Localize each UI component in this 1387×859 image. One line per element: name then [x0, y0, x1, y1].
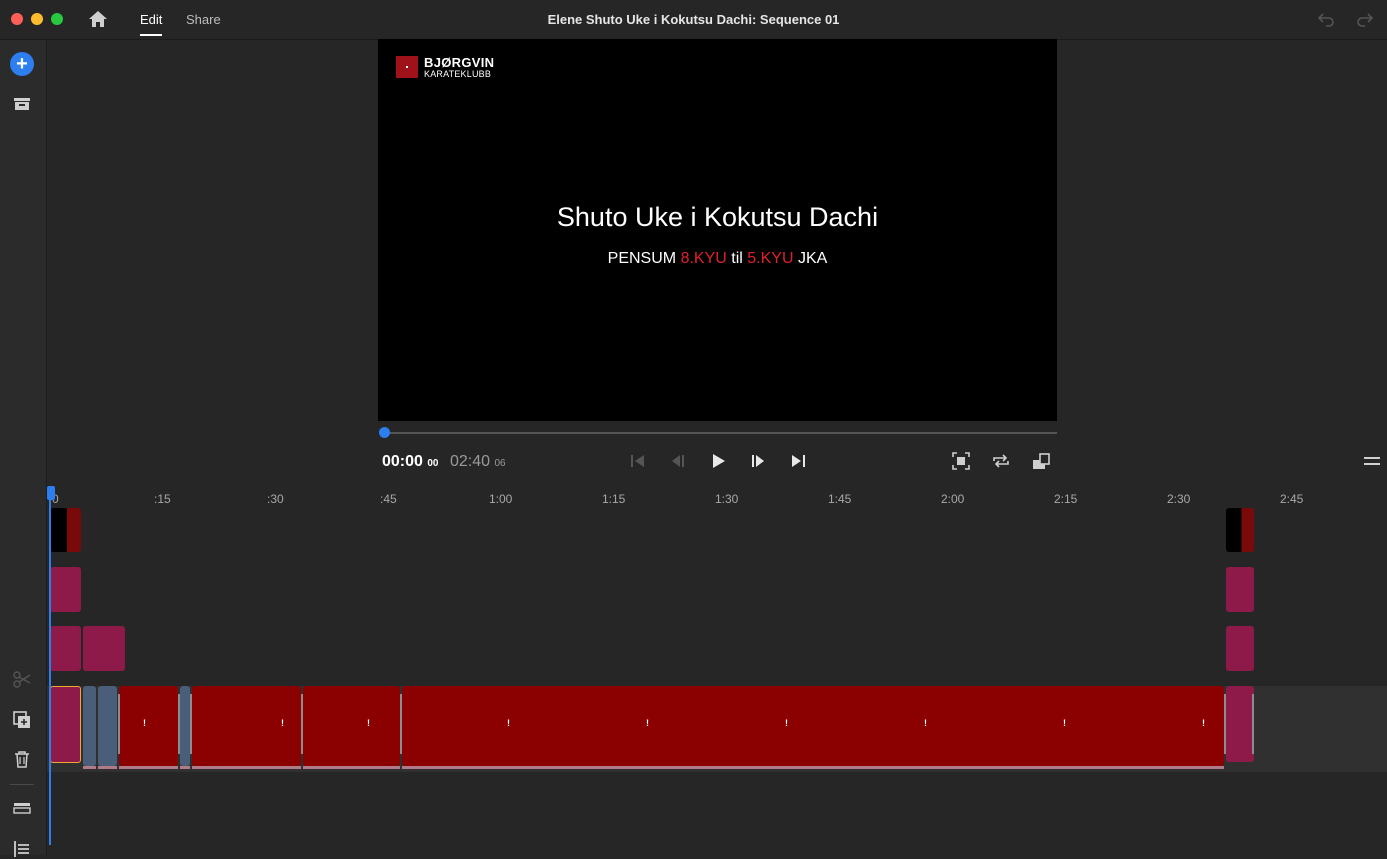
minimize-window-button[interactable] — [31, 13, 43, 25]
video-clip[interactable] — [402, 686, 1224, 766]
panel-menu-icon[interactable] — [1364, 455, 1380, 467]
ruler-label: :45 — [380, 492, 397, 506]
audio-waveform-bar — [402, 766, 1224, 769]
trash-icon[interactable] — [11, 748, 33, 770]
ruler-label: 2:30 — [1167, 492, 1191, 506]
tab-share[interactable]: Share — [186, 12, 221, 27]
video-clip[interactable] — [119, 686, 178, 766]
subtitle-kyu-from: 8.KYU — [680, 250, 727, 267]
duplicate-icon[interactable] — [11, 709, 33, 731]
audio-waveform-bar — [119, 766, 178, 769]
warning-icon[interactable]: ! — [367, 718, 371, 728]
maximize-window-button[interactable] — [51, 13, 63, 25]
duration-time: 02:40 — [450, 453, 491, 470]
cut-marker — [118, 694, 120, 754]
video-clip[interactable] — [303, 686, 400, 766]
fit-to-screen-icon[interactable] — [951, 451, 971, 471]
loop-icon[interactable] — [991, 451, 1011, 471]
selected-clip[interactable] — [50, 686, 81, 763]
current-frames: 00 — [427, 458, 439, 469]
cut-marker — [1224, 694, 1226, 754]
cut-marker — [178, 694, 180, 754]
play-icon[interactable] — [708, 451, 728, 471]
audio-waveform-bar — [98, 766, 117, 769]
video-clip[interactable] — [83, 686, 96, 766]
audio-waveform-bar — [83, 766, 96, 769]
ruler-label: 1:00 — [489, 492, 513, 506]
title-clip[interactable] — [1226, 508, 1254, 552]
redo-icon[interactable] — [1356, 10, 1374, 28]
scrub-bar[interactable] — [384, 432, 1057, 434]
title-bar: Edit Share Elene Shuto Uke i Kokutsu Dac… — [0, 0, 1387, 40]
warning-icon[interactable]: ! — [143, 718, 147, 728]
title-clip[interactable] — [50, 508, 81, 552]
left-toolbar: + — [0, 40, 47, 857]
logo-line1: BJØRGVIN — [424, 55, 495, 70]
video-clip[interactable] — [180, 686, 190, 766]
ruler-label: 1:45 — [828, 492, 852, 506]
video-clip[interactable] — [98, 686, 117, 766]
ruler-label: 2:45 — [1280, 492, 1304, 506]
graphic-clip[interactable] — [1226, 686, 1254, 762]
warning-icon[interactable]: ! — [785, 718, 789, 728]
timeline-list-icon[interactable] — [11, 837, 33, 859]
subtitle-suffix: JKA — [797, 250, 828, 267]
timeline-ruler[interactable]: 0 :15 :30 :45 1:00 1:15 1:30 1:45 2:00 2… — [49, 484, 1387, 506]
close-window-button[interactable] — [11, 13, 23, 25]
ruler-label: 1:30 — [715, 492, 739, 506]
video-subtitle-text: PENSUM 8.KYU til 5.KYU JKA — [378, 250, 1057, 268]
track-settings-icon[interactable] — [11, 797, 33, 819]
graphic-clip[interactable] — [83, 626, 125, 671]
logo-line2: KARATEKLUBB — [424, 69, 492, 79]
warning-icon[interactable]: ! — [924, 718, 928, 728]
step-forward-icon[interactable] — [748, 451, 768, 471]
audio-waveform-bar — [303, 766, 400, 769]
aspect-ratio-icon[interactable] — [1031, 451, 1051, 471]
subtitle-kyu-to: 5.KYU — [747, 250, 794, 267]
graphic-clip[interactable] — [1226, 567, 1254, 612]
ruler-label: :15 — [154, 492, 171, 506]
graphic-clip[interactable] — [50, 567, 81, 612]
warning-icon[interactable]: ! — [281, 718, 285, 728]
home-icon[interactable] — [87, 9, 109, 29]
club-logo — [396, 56, 418, 78]
subtitle-til: til — [731, 250, 743, 267]
step-back-icon[interactable] — [668, 451, 688, 471]
playhead-handle[interactable] — [47, 486, 55, 500]
duration-timecode: 02:40 06 — [450, 453, 506, 471]
cut-marker — [190, 694, 192, 754]
undo-icon[interactable] — [1317, 10, 1335, 28]
audio-waveform-bar — [180, 766, 190, 769]
ruler-label: 2:00 — [941, 492, 965, 506]
video-title-text: Shuto Uke i Kokutsu Dachi — [556, 202, 879, 232]
go-to-end-icon[interactable] — [788, 451, 808, 471]
current-time: 00:00 — [382, 453, 423, 470]
cut-marker — [301, 694, 303, 754]
ruler-label: 1:15 — [602, 492, 626, 506]
subtitle-prefix: PENSUM — [607, 250, 677, 267]
warning-icon[interactable]: ! — [1063, 718, 1067, 728]
toolbar-divider — [10, 784, 34, 785]
tab-edit[interactable]: Edit — [140, 12, 163, 36]
duration-frames: 06 — [494, 458, 506, 469]
current-timecode: 00:00 00 — [382, 453, 439, 471]
audio-waveform-bar — [192, 766, 301, 769]
go-to-start-icon[interactable] — [628, 451, 648, 471]
add-media-icon[interactable]: + — [10, 52, 34, 76]
ruler-label: 2:15 — [1054, 492, 1078, 506]
warning-icon[interactable]: ! — [1202, 718, 1206, 728]
program-monitor[interactable]: BJØRGVIN KARATEKLUBB Shuto Uke i Kokutsu… — [378, 39, 1057, 421]
warning-icon[interactable]: ! — [646, 718, 650, 728]
graphic-clip[interactable] — [50, 626, 81, 671]
cut-marker — [400, 694, 402, 754]
playhead-line[interactable] — [49, 499, 51, 845]
split-icon[interactable] — [11, 668, 33, 690]
scrub-handle[interactable] — [379, 427, 390, 438]
ruler-label: :30 — [267, 492, 284, 506]
cut-marker — [1252, 694, 1254, 754]
project-assets-icon[interactable] — [11, 93, 33, 115]
graphic-clip[interactable] — [1226, 626, 1254, 671]
warning-icon[interactable]: ! — [507, 718, 511, 728]
